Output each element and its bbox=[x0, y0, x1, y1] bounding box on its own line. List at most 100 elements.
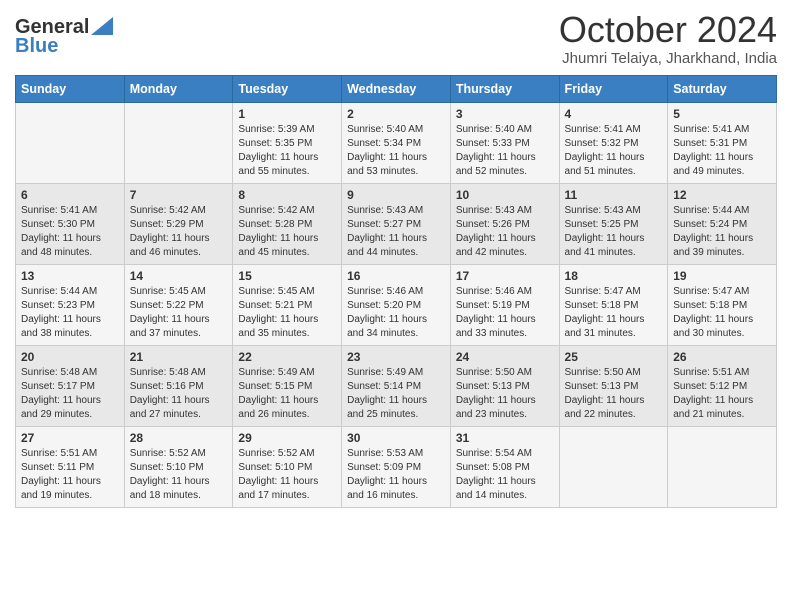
calendar-week-row: 20 Sunrise: 5:48 AMSunset: 5:17 PMDayligh… bbox=[16, 345, 777, 426]
day-number: 14 bbox=[130, 269, 228, 283]
day-number: 24 bbox=[456, 350, 554, 364]
cell-detail: Sunrise: 5:40 AMSunset: 5:34 PMDaylight:… bbox=[347, 123, 445, 179]
cell-detail: Sunrise: 5:47 AMSunset: 5:18 PMDaylight:… bbox=[565, 285, 663, 341]
day-number: 5 bbox=[673, 107, 771, 121]
cell-detail: Sunrise: 5:52 AMSunset: 5:10 PMDaylight:… bbox=[130, 447, 228, 503]
calendar-cell: 25 Sunrise: 5:50 AMSunset: 5:13 PMDayligh… bbox=[559, 345, 668, 426]
day-number: 27 bbox=[21, 431, 119, 445]
cell-detail: Sunrise: 5:47 AMSunset: 5:18 PMDaylight:… bbox=[673, 285, 771, 341]
day-number: 2 bbox=[347, 107, 445, 121]
cell-detail: Sunrise: 5:41 AMSunset: 5:31 PMDaylight:… bbox=[673, 123, 771, 179]
calendar-cell: 26 Sunrise: 5:51 AMSunset: 5:12 PMDayligh… bbox=[668, 345, 777, 426]
day-number: 9 bbox=[347, 188, 445, 202]
day-number: 17 bbox=[456, 269, 554, 283]
calendar-cell: 19 Sunrise: 5:47 AMSunset: 5:18 PMDayligh… bbox=[668, 264, 777, 345]
calendar-cell: 16Sunrise: 5:46 AMSunset: 5:20 PMDayligh… bbox=[342, 264, 451, 345]
calendar-cell: 23 Sunrise: 5:49 AMSunset: 5:14 PMDayligh… bbox=[342, 345, 451, 426]
logo-triangle-icon bbox=[91, 17, 113, 35]
calendar-cell: 11 Sunrise: 5:43 AMSunset: 5:25 PMDayligh… bbox=[559, 183, 668, 264]
cell-detail: Sunrise: 5:54 AMSunset: 5:08 PMDaylight:… bbox=[456, 447, 554, 503]
calendar-cell: 14 Sunrise: 5:45 AMSunset: 5:22 PMDayligh… bbox=[124, 264, 233, 345]
calendar-cell bbox=[16, 102, 125, 183]
calendar-cell: 8 Sunrise: 5:42 AMSunset: 5:28 PMDaylight… bbox=[233, 183, 342, 264]
header-thursday: Thursday bbox=[450, 75, 559, 102]
cell-detail: Sunrise: 5:48 AMSunset: 5:16 PMDaylight:… bbox=[130, 366, 228, 422]
day-number: 29 bbox=[238, 431, 336, 445]
calendar-cell: 3 Sunrise: 5:40 AMSunset: 5:33 PMDaylight… bbox=[450, 102, 559, 183]
calendar-week-row: 6Sunrise: 5:41 AMSunset: 5:30 PMDaylight… bbox=[16, 183, 777, 264]
day-number: 20 bbox=[21, 350, 119, 364]
calendar-week-row: 27 Sunrise: 5:51 AMSunset: 5:11 PMDayligh… bbox=[16, 426, 777, 507]
calendar-cell bbox=[124, 102, 233, 183]
calendar-cell: 4Sunrise: 5:41 AMSunset: 5:32 PMDaylight… bbox=[559, 102, 668, 183]
day-number: 8 bbox=[238, 188, 336, 202]
cell-detail: Sunrise: 5:42 AMSunset: 5:29 PMDaylight:… bbox=[130, 204, 228, 260]
calendar-cell: 20 Sunrise: 5:48 AMSunset: 5:17 PMDayligh… bbox=[16, 345, 125, 426]
logo: General Blue bbox=[15, 16, 113, 58]
header-friday: Friday bbox=[559, 75, 668, 102]
cell-detail: Sunrise: 5:46 AMSunset: 5:20 PMDaylight:… bbox=[347, 285, 445, 341]
cell-detail: Sunrise: 5:50 AMSunset: 5:13 PMDaylight:… bbox=[456, 366, 554, 422]
day-number: 11 bbox=[565, 188, 663, 202]
header-saturday: Saturday bbox=[668, 75, 777, 102]
calendar-cell: 10 Sunrise: 5:43 AMSunset: 5:26 PMDayligh… bbox=[450, 183, 559, 264]
calendar-cell: 28 Sunrise: 5:52 AMSunset: 5:10 PMDayligh… bbox=[124, 426, 233, 507]
cell-detail: Sunrise: 5:51 AMSunset: 5:12 PMDaylight:… bbox=[673, 366, 771, 422]
calendar-cell: 31Sunrise: 5:54 AMSunset: 5:08 PMDayligh… bbox=[450, 426, 559, 507]
page-header: General Blue October 2024 Jhumri Telaiya… bbox=[15, 10, 777, 67]
day-number: 19 bbox=[673, 269, 771, 283]
cell-detail: Sunrise: 5:44 AMSunset: 5:23 PMDaylight:… bbox=[21, 285, 119, 341]
cell-detail: Sunrise: 5:48 AMSunset: 5:17 PMDaylight:… bbox=[21, 366, 119, 422]
cell-detail: Sunrise: 5:46 AMSunset: 5:19 PMDaylight:… bbox=[456, 285, 554, 341]
day-number: 21 bbox=[130, 350, 228, 364]
cell-detail: Sunrise: 5:43 AMSunset: 5:25 PMDaylight:… bbox=[565, 204, 663, 260]
day-number: 30 bbox=[347, 431, 445, 445]
cell-detail: Sunrise: 5:41 AMSunset: 5:32 PMDaylight:… bbox=[565, 123, 663, 179]
day-number: 15 bbox=[238, 269, 336, 283]
cell-detail: Sunrise: 5:49 AMSunset: 5:14 PMDaylight:… bbox=[347, 366, 445, 422]
cell-detail: Sunrise: 5:49 AMSunset: 5:15 PMDaylight:… bbox=[238, 366, 336, 422]
cell-detail: Sunrise: 5:50 AMSunset: 5:13 PMDaylight:… bbox=[565, 366, 663, 422]
day-number: 10 bbox=[456, 188, 554, 202]
header-tuesday: Tuesday bbox=[233, 75, 342, 102]
calendar-cell: 2 Sunrise: 5:40 AMSunset: 5:34 PMDaylight… bbox=[342, 102, 451, 183]
cell-detail: Sunrise: 5:45 AMSunset: 5:22 PMDaylight:… bbox=[130, 285, 228, 341]
cell-detail: Sunrise: 5:43 AMSunset: 5:26 PMDaylight:… bbox=[456, 204, 554, 260]
calendar-cell: 12Sunrise: 5:44 AMSunset: 5:24 PMDayligh… bbox=[668, 183, 777, 264]
cell-detail: Sunrise: 5:40 AMSunset: 5:33 PMDaylight:… bbox=[456, 123, 554, 179]
calendar-cell: 17 Sunrise: 5:46 AMSunset: 5:19 PMDayligh… bbox=[450, 264, 559, 345]
day-number: 23 bbox=[347, 350, 445, 364]
calendar-cell: 24 Sunrise: 5:50 AMSunset: 5:13 PMDayligh… bbox=[450, 345, 559, 426]
day-number: 25 bbox=[565, 350, 663, 364]
calendar-cell: 21 Sunrise: 5:48 AMSunset: 5:16 PMDayligh… bbox=[124, 345, 233, 426]
day-number: 3 bbox=[456, 107, 554, 121]
day-number: 22 bbox=[238, 350, 336, 364]
calendar-week-row: 1Sunrise: 5:39 AMSunset: 5:35 PMDaylight… bbox=[16, 102, 777, 183]
calendar-header-row: SundayMondayTuesdayWednesdayThursdayFrid… bbox=[16, 75, 777, 102]
month-year-title: October 2024 bbox=[559, 10, 777, 50]
calendar-cell bbox=[668, 426, 777, 507]
calendar-cell: 22 Sunrise: 5:49 AMSunset: 5:15 PMDayligh… bbox=[233, 345, 342, 426]
calendar-cell: 18 Sunrise: 5:47 AMSunset: 5:18 PMDayligh… bbox=[559, 264, 668, 345]
header-sunday: Sunday bbox=[16, 75, 125, 102]
cell-detail: Sunrise: 5:45 AMSunset: 5:21 PMDaylight:… bbox=[238, 285, 336, 341]
cell-detail: Sunrise: 5:41 AMSunset: 5:30 PMDaylight:… bbox=[21, 204, 119, 260]
calendar-cell: 1Sunrise: 5:39 AMSunset: 5:35 PMDaylight… bbox=[233, 102, 342, 183]
calendar-cell: 15 Sunrise: 5:45 AMSunset: 5:21 PMDayligh… bbox=[233, 264, 342, 345]
calendar-cell: 13Sunrise: 5:44 AMSunset: 5:23 PMDayligh… bbox=[16, 264, 125, 345]
cell-detail: Sunrise: 5:42 AMSunset: 5:28 PMDaylight:… bbox=[238, 204, 336, 260]
day-number: 28 bbox=[130, 431, 228, 445]
header-monday: Monday bbox=[124, 75, 233, 102]
calendar-cell: 9Sunrise: 5:43 AMSunset: 5:27 PMDaylight… bbox=[342, 183, 451, 264]
cell-detail: Sunrise: 5:53 AMSunset: 5:09 PMDaylight:… bbox=[347, 447, 445, 503]
calendar-cell: 7Sunrise: 5:42 AMSunset: 5:29 PMDaylight… bbox=[124, 183, 233, 264]
cell-detail: Sunrise: 5:39 AMSunset: 5:35 PMDaylight:… bbox=[238, 123, 336, 179]
cell-detail: Sunrise: 5:51 AMSunset: 5:11 PMDaylight:… bbox=[21, 447, 119, 503]
calendar-cell: 5 Sunrise: 5:41 AMSunset: 5:31 PMDaylight… bbox=[668, 102, 777, 183]
day-number: 26 bbox=[673, 350, 771, 364]
day-number: 18 bbox=[565, 269, 663, 283]
calendar-cell bbox=[559, 426, 668, 507]
calendar-cell: 6Sunrise: 5:41 AMSunset: 5:30 PMDaylight… bbox=[16, 183, 125, 264]
calendar-table: SundayMondayTuesdayWednesdayThursdayFrid… bbox=[15, 75, 777, 508]
logo-blue: Blue bbox=[15, 35, 58, 58]
